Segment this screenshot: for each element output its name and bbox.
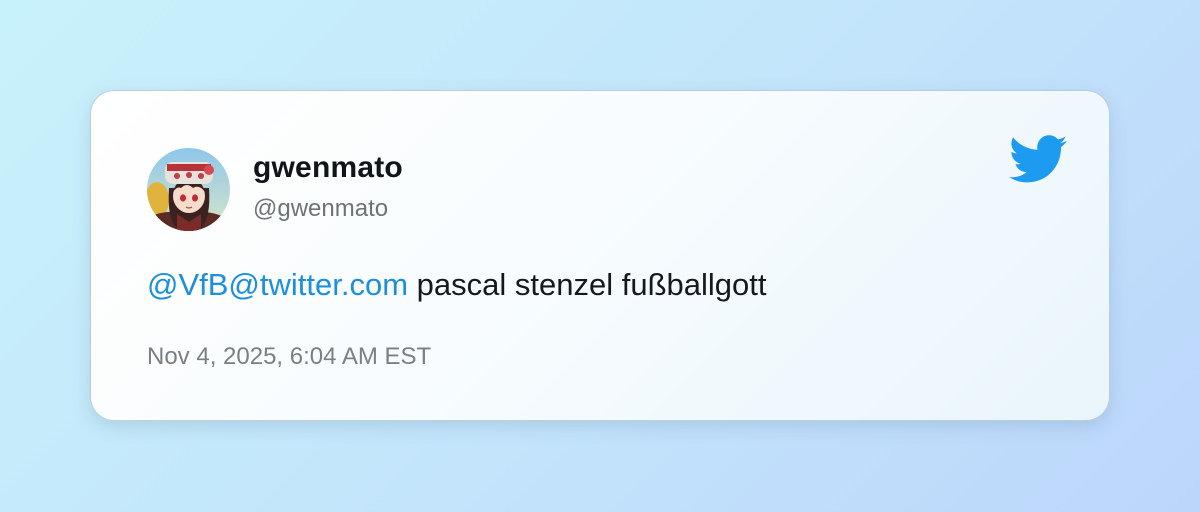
twitter-bird-icon[interactable] [1009,135,1067,185]
avatar[interactable] [147,148,230,231]
tweet-card: gwenmato @gwenmato @VfB@twitter.com pasc… [90,90,1110,421]
mention-link[interactable]: @VfB@twitter.com [147,267,408,302]
tweet-timestamp[interactable]: Nov 4, 2025, 6:04 AM EST [147,343,431,371]
tweet-body: pascal stenzel fußballgott [408,267,767,302]
tweet-text: @VfB@twitter.com pascal stenzel fußballg… [147,267,767,303]
display-name[interactable]: gwenmato [253,151,403,185]
user-handle[interactable]: @gwenmato [253,195,388,223]
